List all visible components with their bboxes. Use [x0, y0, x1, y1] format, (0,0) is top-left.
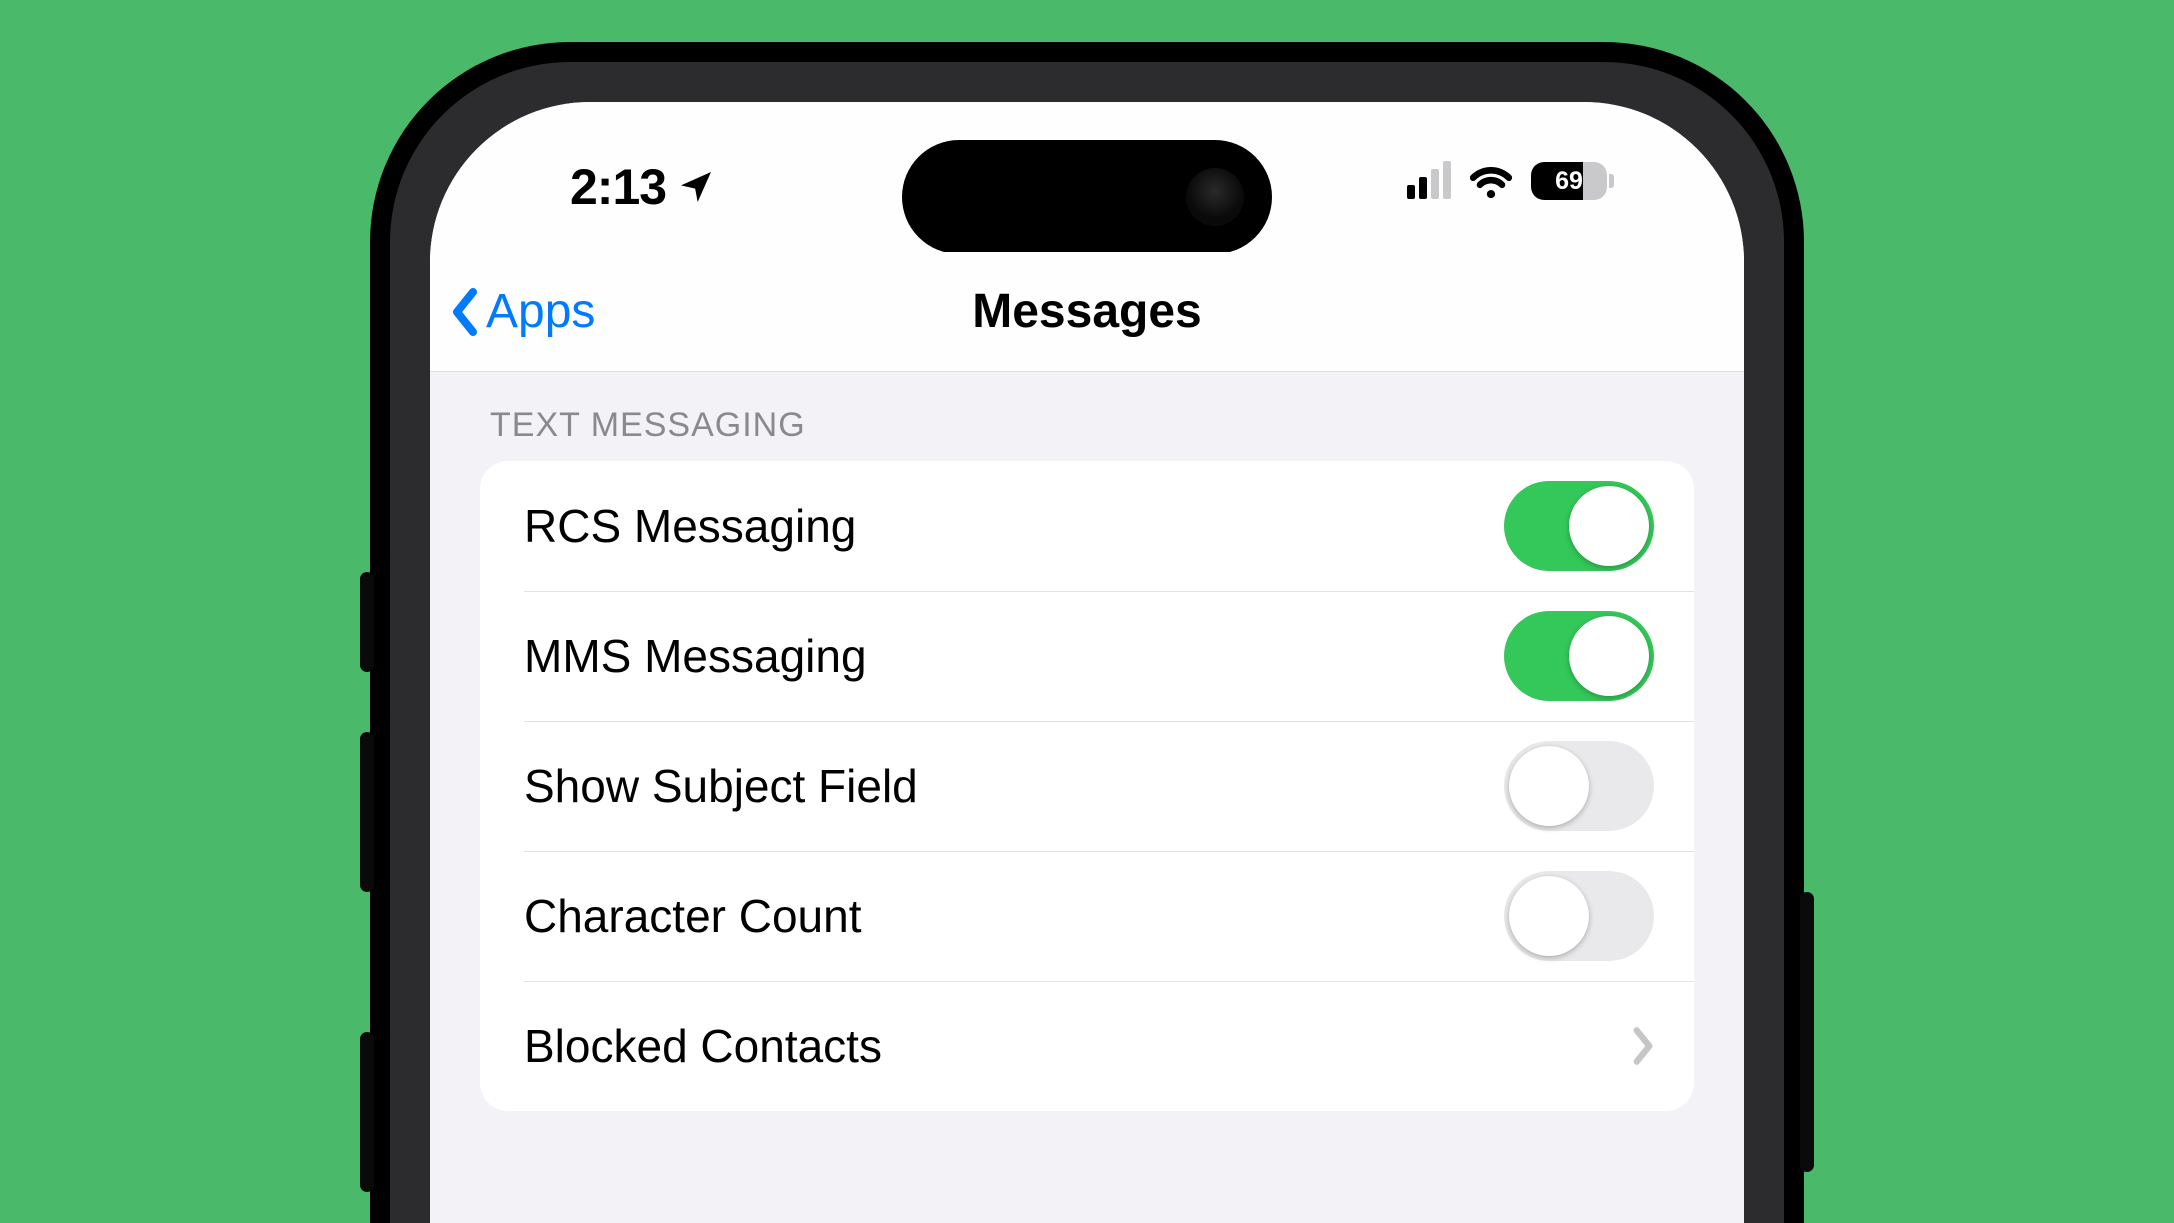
toggle-show-subject-field[interactable] [1504, 741, 1654, 831]
phone-body: 2:13 [370, 42, 1804, 1223]
row-character-count[interactable]: Character Count [480, 851, 1694, 981]
chevron-right-icon [1632, 1027, 1654, 1065]
location-services-icon [676, 167, 716, 207]
side-button-volume-up[interactable] [360, 732, 374, 892]
back-button-label: Apps [486, 284, 595, 339]
section-header-text-messaging: TEXT MESSAGING [430, 372, 1744, 461]
toggle-character-count[interactable] [1504, 871, 1654, 961]
row-blocked-contacts[interactable]: Blocked Contacts [480, 981, 1694, 1111]
dynamic-island[interactable] [902, 140, 1272, 254]
front-camera-icon [1186, 168, 1244, 226]
nav-bar: Apps Messages [430, 252, 1744, 372]
row-mms-messaging[interactable]: MMS Messaging [480, 591, 1694, 721]
status-right: 69 [1407, 162, 1614, 200]
row-label: Blocked Contacts [524, 1019, 1632, 1073]
row-label: Show Subject Field [524, 759, 1504, 813]
phone-bezel: 2:13 [390, 62, 1784, 1223]
stage: 2:13 [0, 0, 2174, 1223]
row-label: RCS Messaging [524, 499, 1504, 553]
status-time: 2:13 [570, 158, 666, 216]
row-rcs-messaging[interactable]: RCS Messaging [480, 461, 1694, 591]
cellular-signal-icon [1407, 163, 1451, 199]
page-title: Messages [972, 284, 1201, 339]
side-button-volume-down[interactable] [360, 1032, 374, 1192]
settings-group-text-messaging: RCS Messaging MMS Messaging Show Subject… [480, 461, 1694, 1111]
back-button[interactable]: Apps [450, 284, 595, 339]
battery-indicator: 69 [1531, 162, 1614, 200]
battery-percent-label: 69 [1531, 162, 1607, 200]
row-label: Character Count [524, 889, 1504, 943]
phone-screen: 2:13 [430, 102, 1744, 1223]
row-label: MMS Messaging [524, 629, 1504, 683]
toggle-mms-messaging[interactable] [1504, 611, 1654, 701]
side-button-silent[interactable] [360, 572, 374, 672]
side-button-power[interactable] [1800, 892, 1814, 1172]
chevron-left-icon [450, 288, 480, 336]
row-show-subject-field[interactable]: Show Subject Field [480, 721, 1694, 851]
wifi-icon [1469, 163, 1513, 199]
toggle-rcs-messaging[interactable] [1504, 481, 1654, 571]
settings-content: TEXT MESSAGING RCS Messaging MMS Messagi… [430, 372, 1744, 1111]
status-left: 2:13 [570, 158, 716, 216]
